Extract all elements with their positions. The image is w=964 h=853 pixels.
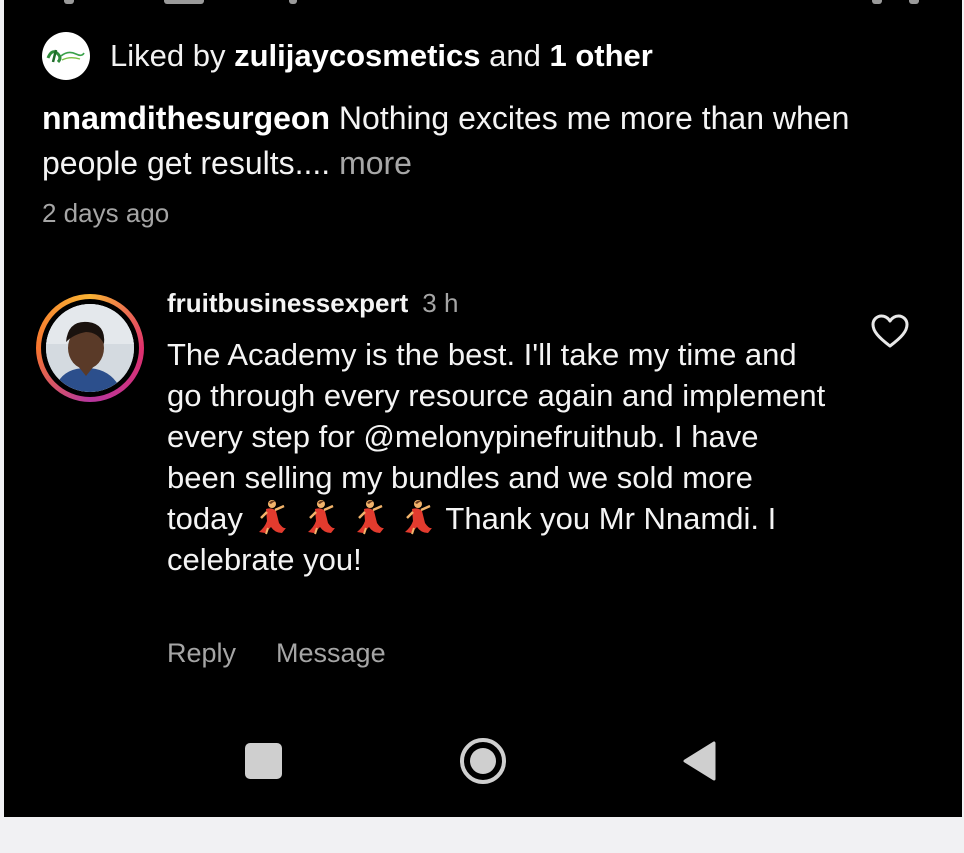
comment-avatar-story-ring[interactable]	[36, 294, 144, 402]
reply-button[interactable]: Reply	[167, 638, 236, 668]
comment-username[interactable]: fruitbusinessexpert	[167, 288, 408, 318]
post-timestamp: 2 days ago	[42, 198, 170, 228]
liked-prefix: Liked by	[110, 38, 226, 73]
liked-by-username[interactable]: zulijaycosmetics	[234, 38, 480, 73]
instagram-post-screen: Liked by zulijaycosmetics and 1 other nn…	[4, 0, 962, 817]
comment-actions: Reply Message	[167, 638, 386, 669]
comment-time: 3 h	[422, 288, 459, 318]
woman-dancing-emoji-icon	[353, 499, 385, 535]
comment-header: fruitbusinessexpert 3 h	[167, 288, 458, 319]
triangle-back-icon[interactable]	[682, 741, 716, 781]
circle-home-icon[interactable]	[459, 737, 507, 785]
woman-dancing-emoji-icon	[255, 499, 287, 535]
avatar	[46, 304, 134, 392]
like-comment-button[interactable]	[870, 312, 910, 352]
liked-others-count[interactable]: 1 other	[549, 38, 652, 73]
comment-text: The Academy is the best. I'll take my ti…	[167, 334, 827, 580]
cropped-top-icons	[4, 0, 962, 6]
liked-by-row[interactable]: Liked by zulijaycosmetics and 1 other	[42, 32, 653, 80]
post-caption: nnamdithesurgeon Nothing excites me more…	[42, 96, 902, 186]
post-author-username[interactable]: nnamdithesurgeon	[42, 100, 330, 136]
liked-connector: and	[489, 38, 541, 73]
message-button[interactable]: Message	[276, 638, 386, 668]
liked-by-text: Liked by zulijaycosmetics and 1 other	[110, 38, 653, 74]
heart-outline-icon	[871, 314, 909, 348]
woman-dancing-emoji-icon	[304, 499, 336, 535]
square-recents-icon[interactable]	[245, 743, 282, 779]
caption-more-link[interactable]: more	[339, 145, 412, 181]
zulijay-logo-avatar-icon[interactable]	[42, 32, 90, 80]
woman-dancing-emoji-icon	[401, 499, 433, 535]
